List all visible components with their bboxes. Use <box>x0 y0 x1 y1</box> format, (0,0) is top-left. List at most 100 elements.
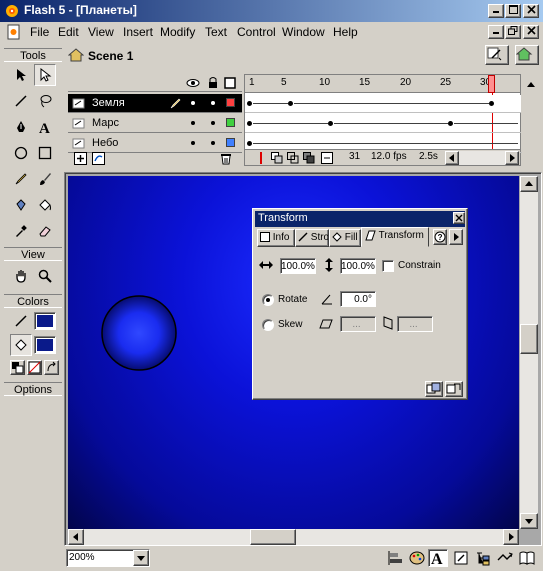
panel-help-button[interactable]: ? <box>433 229 447 245</box>
zoom-select[interactable]: 200% <box>66 549 150 567</box>
line-tool[interactable] <box>10 90 32 112</box>
layer-color-swatch[interactable] <box>226 98 235 107</box>
arrow-tool[interactable] <box>10 64 32 86</box>
rotate-input[interactable]: 0.0° <box>340 291 376 307</box>
layer-row[interactable]: Земля <box>68 94 242 113</box>
oval-tool[interactable] <box>10 142 32 164</box>
tab-fill[interactable]: Fill <box>329 229 361 247</box>
layer-row[interactable]: Марс <box>68 114 242 133</box>
onion-skin-icon[interactable] <box>271 152 283 164</box>
stroke-color-swatch[interactable] <box>34 312 56 330</box>
lock-dot[interactable] <box>211 101 215 105</box>
lock-dot[interactable] <box>211 121 215 125</box>
tab-transform[interactable]: Transform <box>361 227 429 247</box>
visibility-dot[interactable] <box>191 121 195 125</box>
height-input[interactable]: 100.0% <box>340 258 376 274</box>
align-panel-button[interactable] <box>386 550 404 566</box>
menu-window[interactable]: Window <box>282 25 325 39</box>
edit-multiple-frames-icon[interactable] <box>303 152 315 164</box>
visibility-dot[interactable] <box>191 141 195 145</box>
menu-modify[interactable]: Modify <box>160 25 195 39</box>
brush-tool[interactable] <box>34 168 56 190</box>
layer-color-swatch[interactable] <box>226 138 235 147</box>
onion-skin-outlines-icon[interactable] <box>287 152 299 164</box>
planet-circle[interactable] <box>100 294 178 372</box>
frames-scroll-right[interactable] <box>505 151 519 165</box>
frames-scroll-track[interactable] <box>459 151 505 165</box>
constrain-checkbox[interactable] <box>382 260 394 272</box>
rotate-radio[interactable] <box>262 294 274 306</box>
scroll-left-button[interactable] <box>68 529 84 545</box>
maximize-button[interactable] <box>505 4 521 18</box>
subselect-tool[interactable] <box>34 64 56 86</box>
zoom-tool[interactable] <box>34 265 56 287</box>
dropper-tool[interactable] <box>10 220 32 242</box>
outline-icon[interactable] <box>224 77 236 89</box>
menu-edit[interactable]: Edit <box>58 25 79 39</box>
center-frame-icon[interactable] <box>257 152 265 164</box>
menu-text[interactable]: Text <box>205 25 227 39</box>
scroll-thumb[interactable] <box>250 529 296 545</box>
width-input[interactable]: 100.0% <box>280 258 316 274</box>
pen-tool[interactable] <box>10 116 32 138</box>
hand-tool[interactable] <box>10 265 32 287</box>
stage-vscrollbar[interactable] <box>520 176 538 529</box>
edit-symbols-button[interactable] <box>485 45 509 65</box>
stage-hscrollbar[interactable] <box>68 529 519 545</box>
pencil-tool[interactable] <box>10 168 32 190</box>
eraser-tool[interactable] <box>34 220 56 242</box>
menu-control[interactable]: Control <box>237 25 276 39</box>
timeline-frames[interactable]: 1 5 10 15 20 25 30 31 12.0 fps 2.5s <box>244 74 522 166</box>
skew-vertical-input[interactable]: ... <box>397 316 433 332</box>
menu-insert[interactable]: Insert <box>123 25 153 39</box>
skew-radio[interactable] <box>262 319 274 331</box>
visibility-dot[interactable] <box>191 101 195 105</box>
panel-menu-button[interactable] <box>449 229 463 245</box>
doc-minimize-button[interactable] <box>488 25 504 39</box>
modify-markers-icon[interactable] <box>321 152 333 164</box>
layer-color-swatch[interactable] <box>226 118 235 127</box>
playhead[interactable] <box>488 75 495 93</box>
scroll-thumb[interactable] <box>520 324 538 354</box>
panel-close-button[interactable] <box>453 212 465 224</box>
fill-color-swatch[interactable] <box>34 336 56 354</box>
frames-vscroll[interactable] <box>521 74 541 148</box>
zoom-dropdown-button[interactable] <box>133 550 149 566</box>
actions-panel-button[interactable] <box>496 550 514 566</box>
ink-bottle-tool[interactable] <box>10 194 32 216</box>
reset-button[interactable] <box>445 381 463 397</box>
minimize-button[interactable] <box>488 4 504 18</box>
trash-icon[interactable] <box>220 152 232 165</box>
no-color-button[interactable] <box>27 360 42 375</box>
frames-scroll-left[interactable] <box>445 151 459 165</box>
tab-stroke[interactable]: Stroke <box>295 229 329 247</box>
doc-restore-button[interactable] <box>505 25 521 39</box>
rectangle-tool[interactable] <box>34 142 56 164</box>
lock-dot[interactable] <box>211 141 215 145</box>
instance-panel-button[interactable] <box>452 550 470 566</box>
edit-scene-button[interactable] <box>515 45 539 65</box>
swap-colors-button[interactable] <box>44 360 59 375</box>
lasso-tool[interactable] <box>34 90 56 112</box>
add-guide-layer-icon[interactable] <box>92 152 105 165</box>
scroll-up-button[interactable] <box>520 176 538 192</box>
default-colors-button[interactable] <box>10 360 25 375</box>
menu-view[interactable]: View <box>88 25 114 39</box>
frame-row[interactable] <box>245 95 522 113</box>
document-icon[interactable] <box>6 24 22 40</box>
menu-help[interactable]: Help <box>333 25 358 39</box>
frame-ruler[interactable]: 1 5 10 15 20 25 30 <box>245 75 520 93</box>
character-panel-button[interactable]: A <box>428 549 448 567</box>
tab-info[interactable]: Info <box>257 229 295 247</box>
library-panel-button[interactable] <box>518 550 536 566</box>
layer-row[interactable]: Небо <box>68 134 242 153</box>
text-tool[interactable]: A <box>34 116 56 138</box>
menu-file[interactable]: File <box>30 25 49 39</box>
lock-icon[interactable] <box>208 76 218 89</box>
scroll-right-button[interactable] <box>503 529 519 545</box>
movie-explorer-button[interactable] <box>474 550 492 566</box>
panel-title-bar[interactable]: Transform <box>255 211 465 227</box>
paint-bucket-tool[interactable] <box>34 194 56 216</box>
frame-row[interactable] <box>245 115 522 133</box>
copy-and-apply-button[interactable] <box>425 381 443 397</box>
